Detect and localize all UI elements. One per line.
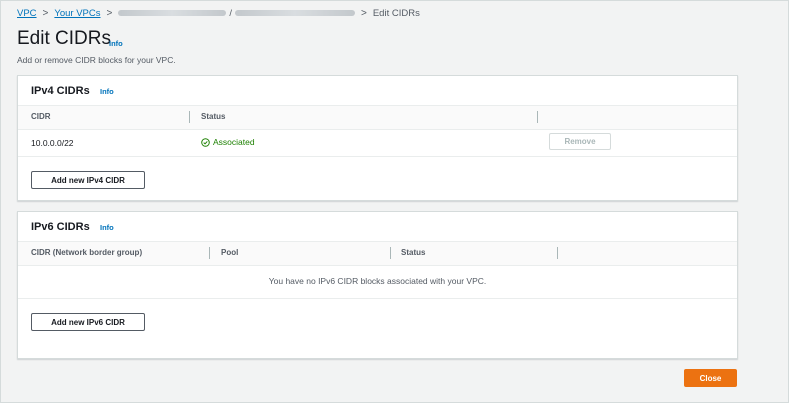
breadcrumb-link-vpc[interactable]: VPC (17, 8, 37, 19)
row-divider (18, 156, 737, 157)
ipv4-panel-title: IPv4 CIDRs (31, 85, 90, 97)
close-button[interactable]: Close (684, 369, 737, 387)
chevron-right-icon: > (106, 7, 113, 19)
column-header-cidr-network-border-group: CIDR (Network border group) (31, 248, 143, 257)
ipv4-cidrs-panel: IPv4 CIDRs Info CIDR Status 10.0.0.0/22 … (17, 75, 738, 201)
chevron-right-icon: > (361, 7, 367, 19)
status-badge: Associated (201, 137, 255, 147)
ipv4-panel-header: IPv4 CIDRs Info (18, 76, 737, 106)
remove-cidr-button[interactable]: Remove (549, 133, 611, 150)
ipv6-panel-header: IPv6 CIDRs Info (18, 212, 737, 242)
ipv6-info-link[interactable]: Info (100, 223, 114, 232)
column-divider[interactable] (390, 247, 391, 259)
cidr-value: 10.0.0.0/22 (31, 138, 74, 148)
ipv6-table-header: CIDR (Network border group) Pool Status (18, 242, 737, 266)
chevron-right-icon: > (42, 7, 49, 19)
column-header-status: Status (201, 112, 226, 121)
page-info-link[interactable]: Info (109, 39, 123, 48)
add-ipv6-cidr-button[interactable]: Add new IPv6 CIDR (31, 313, 145, 331)
status-text: Associated (213, 137, 255, 147)
breadcrumb-slash: / (229, 7, 232, 19)
breadcrumb-redacted-vpc-id[interactable] (118, 10, 227, 16)
check-circle-icon (201, 137, 210, 147)
page-description: Add or remove CIDR blocks for your VPC. (17, 55, 176, 65)
column-divider[interactable] (537, 111, 538, 123)
breadcrumb-link-your-vpcs[interactable]: Your VPCs (54, 8, 100, 19)
column-divider[interactable] (189, 111, 190, 123)
empty-state-message: You have no IPv6 CIDR blocks associated … (268, 276, 487, 286)
column-header-status: Status (401, 248, 426, 257)
column-divider[interactable] (557, 247, 558, 259)
column-divider[interactable] (209, 247, 210, 259)
ipv4-table-header: CIDR Status (18, 106, 737, 130)
page-title: Edit CIDRs (17, 28, 111, 49)
column-header-cidr: CIDR (31, 112, 51, 121)
column-header-pool: Pool (221, 248, 239, 257)
ipv6-cidrs-panel: IPv6 CIDRs Info CIDR (Network border gro… (17, 211, 738, 359)
add-ipv4-cidr-button[interactable]: Add new IPv4 CIDR (31, 171, 145, 189)
ipv4-info-link[interactable]: Info (100, 87, 114, 96)
breadcrumb-current: Edit CIDRs (372, 7, 420, 19)
ipv6-panel-title: IPv6 CIDRs (31, 221, 90, 233)
breadcrumb-redacted-vpc-name[interactable] (235, 10, 355, 16)
row-divider (18, 298, 737, 299)
breadcrumb: VPC > Your VPCs > / > Edit CIDRs (17, 7, 420, 19)
